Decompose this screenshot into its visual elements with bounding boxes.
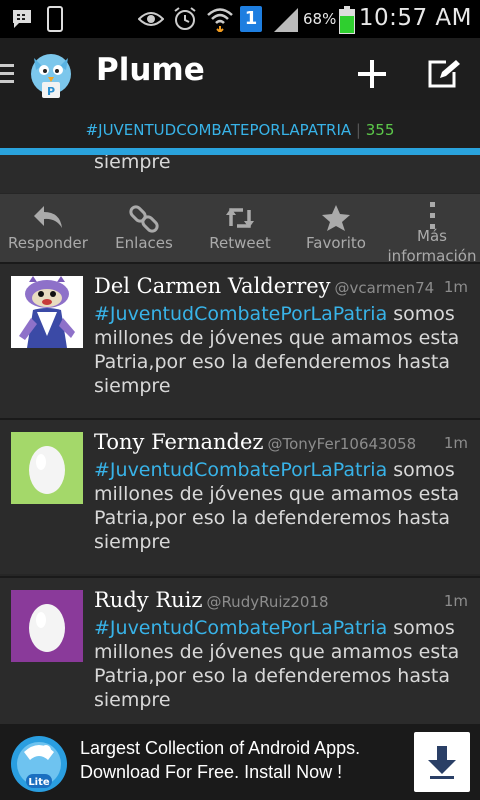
author-name: Rudy Ruiz bbox=[94, 588, 203, 612]
author-name: Del Carmen Valderrey bbox=[94, 274, 331, 298]
tweet-author[interactable]: Tony Fernandez @TonyFer10643058 bbox=[94, 430, 416, 454]
ad-banner[interactable]: Lite Largest Collection of Android Apps.… bbox=[0, 724, 480, 800]
bbm-icon bbox=[13, 10, 31, 28]
wifi-icon bbox=[207, 8, 233, 32]
compose-icon[interactable] bbox=[426, 58, 462, 90]
tweet-hashtag[interactable]: #JuventudCombatePorLaPatria bbox=[94, 459, 387, 481]
ad-line-2: Download For Free. Install Now ! bbox=[80, 762, 343, 782]
reply-label: Responder bbox=[8, 234, 88, 252]
eye-icon bbox=[138, 12, 164, 26]
partial-tweet[interactable]: siempre bbox=[0, 155, 480, 193]
egg-icon bbox=[29, 604, 65, 652]
reply-button[interactable]: Responder bbox=[0, 194, 96, 262]
tweet-time: 1m bbox=[443, 278, 468, 296]
app-store-logo-icon: Lite bbox=[11, 736, 67, 792]
retweet-label: Retweet bbox=[209, 234, 271, 252]
ad-text[interactable]: Largest Collection of Android Apps. Down… bbox=[80, 736, 360, 784]
tweet-item[interactable]: Del Carmen Valderrey @vcarmen74 1m #Juven… bbox=[0, 262, 480, 418]
author-handle: @vcarmen74 bbox=[334, 279, 435, 297]
download-button[interactable] bbox=[414, 732, 470, 792]
tweet-hashtag[interactable]: #JuventudCombatePorLaPatria bbox=[94, 303, 387, 325]
cartoon-cat-icon bbox=[11, 276, 83, 348]
more-info-label: Más información bbox=[387, 227, 477, 265]
favorite-button[interactable]: Favorito bbox=[288, 194, 384, 262]
ad-line-1: Largest Collection of Android Apps. bbox=[80, 738, 361, 758]
trend-bar[interactable]: #JUVENTUDCOMBATEPORLAPATRIA | 355 bbox=[0, 110, 480, 150]
app-title: Plume bbox=[96, 52, 205, 88]
tweet-hashtag[interactable]: #JuventudCombatePorLaPatria bbox=[94, 617, 387, 639]
tweet-text: #JuventudCombatePorLaPatria somos millon… bbox=[94, 302, 470, 398]
more-info-button[interactable]: Más información bbox=[384, 194, 480, 265]
notification-badge: 1 bbox=[240, 6, 262, 32]
loading-bar bbox=[0, 148, 480, 155]
favorite-label: Favorito bbox=[306, 234, 366, 252]
avatar[interactable] bbox=[11, 276, 83, 348]
link-icon bbox=[129, 205, 159, 233]
phone-icon bbox=[47, 6, 63, 32]
author-handle: @RudyRuiz2018 bbox=[206, 593, 329, 611]
retweet-icon bbox=[226, 208, 254, 228]
author-handle: @TonyFer10643058 bbox=[267, 435, 417, 453]
egg-icon bbox=[29, 446, 65, 494]
retweet-button[interactable]: Retweet bbox=[192, 194, 288, 262]
svg-text:P: P bbox=[47, 85, 55, 98]
tweet-time: 1m bbox=[443, 434, 468, 452]
tweet-author[interactable]: Del Carmen Valderrey @vcarmen74 bbox=[94, 274, 434, 298]
trend-count: 355 bbox=[365, 121, 395, 139]
tweet-author[interactable]: Rudy Ruiz @RudyRuiz2018 bbox=[94, 588, 329, 612]
partial-tweet-text: siempre bbox=[94, 155, 171, 173]
ad-badge: Lite bbox=[28, 777, 50, 788]
trend-hashtag[interactable]: #JUVENTUDCOMBATEPORLAPATRIA bbox=[86, 121, 352, 139]
menu-icon[interactable] bbox=[0, 62, 14, 86]
app-logo-icon[interactable]: P bbox=[22, 46, 80, 102]
reply-icon bbox=[34, 206, 62, 228]
battery-icon bbox=[339, 6, 355, 34]
tweet-text: #JuventudCombatePorLaPatria somos millon… bbox=[94, 616, 470, 712]
avatar[interactable] bbox=[11, 590, 83, 662]
tweet-text: #JuventudCombatePorLaPatria somos millon… bbox=[94, 458, 470, 554]
avatar[interactable] bbox=[11, 432, 83, 504]
tweet-item[interactable]: Tony Fernandez @TonyFer10643058 1m #Juven… bbox=[0, 418, 480, 574]
add-icon[interactable] bbox=[356, 58, 388, 90]
alarm-icon bbox=[174, 7, 196, 30]
links-button[interactable]: Enlaces bbox=[96, 194, 192, 262]
tweet-time: 1m bbox=[443, 592, 468, 610]
tweet-action-bar: Responder Enlaces Retweet Favorito Más i… bbox=[0, 194, 480, 265]
battery-percent: 68% bbox=[303, 10, 337, 28]
clock: 10:57 AM bbox=[358, 5, 472, 31]
notification-count: 1 bbox=[244, 8, 258, 29]
tweet-item[interactable]: Rudy Ruiz @RudyRuiz2018 1m #JuventudComba… bbox=[0, 576, 480, 732]
signal-icon bbox=[274, 8, 298, 32]
status-bar: 1 68% 10:57 AM bbox=[0, 0, 480, 38]
star-icon bbox=[322, 205, 350, 231]
author-name: Tony Fernandez bbox=[94, 430, 264, 454]
trend-separator: | bbox=[355, 121, 361, 139]
download-arrow-icon bbox=[428, 746, 456, 779]
links-label: Enlaces bbox=[115, 234, 173, 252]
app-action-bar: P Plume bbox=[0, 38, 480, 111]
